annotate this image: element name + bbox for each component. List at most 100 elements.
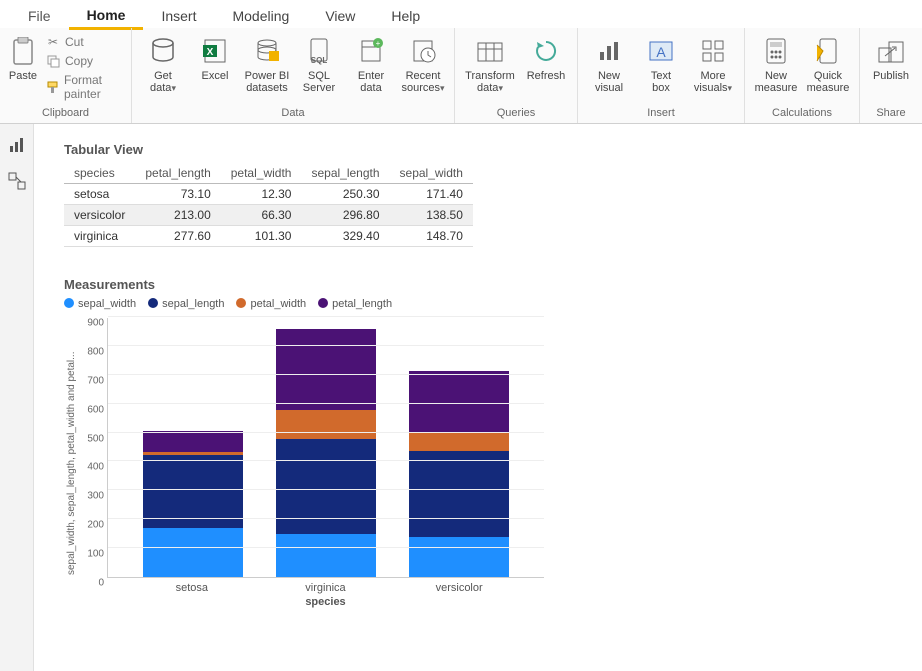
legend-item[interactable]: petal_length (318, 298, 392, 310)
pbi-datasets-label: Power BI datasets (245, 70, 290, 94)
queries-group-label: Queries (461, 105, 571, 121)
chevron-down-icon: ▾ (171, 83, 176, 93)
ribbon-group-data: Get data▾ X Excel Power BI datasets SQL … (132, 28, 455, 123)
bar-segment[interactable] (276, 410, 376, 439)
y-tick: 200 (78, 520, 104, 531)
more-visuals-button[interactable]: More visuals▾ (688, 32, 738, 98)
legend-swatch-icon (64, 298, 74, 308)
gridline (108, 374, 544, 375)
table-cell: 12.30 (221, 184, 302, 205)
y-tick: 500 (78, 433, 104, 444)
bar-column[interactable] (409, 371, 509, 577)
bar-segment[interactable] (143, 431, 243, 452)
bar-segment[interactable] (276, 329, 376, 409)
publish-button[interactable]: Publish (866, 32, 916, 86)
recent-sources-button[interactable]: Recent sources▾ (398, 32, 448, 98)
format-painter-button[interactable]: Format painter (42, 72, 125, 102)
legend-item[interactable]: sepal_length (148, 298, 224, 310)
bar-column[interactable] (276, 329, 376, 577)
new-visual-button[interactable]: New visual (584, 32, 634, 98)
table-cell: 138.50 (390, 205, 473, 226)
col-sepal-length[interactable]: sepal_length (301, 163, 389, 184)
y-tick: 700 (78, 375, 104, 386)
scissors-icon: ✂ (46, 35, 60, 49)
left-rail (0, 124, 34, 671)
col-sepal-width[interactable]: sepal_width (390, 163, 473, 184)
refresh-icon (531, 36, 561, 66)
insert-group-label: Insert (584, 105, 738, 121)
transform-data-button[interactable]: Transform data▾ (461, 32, 519, 98)
gridline (108, 489, 544, 490)
copy-icon (46, 54, 60, 68)
chevron-down-icon: ▾ (498, 83, 503, 93)
get-data-button[interactable]: Get data▾ (138, 32, 188, 98)
gridline (108, 432, 544, 433)
excel-label: Excel (202, 70, 229, 82)
chart-icon (594, 36, 624, 66)
bar-segment[interactable] (409, 537, 509, 577)
col-petal-width[interactable]: petal_width (221, 163, 302, 184)
refresh-button[interactable]: Refresh (521, 32, 571, 86)
model-view-button[interactable] (6, 170, 28, 192)
calculator-icon (761, 36, 791, 66)
table-row[interactable]: setosa73.1012.30250.30171.40 (64, 184, 473, 205)
col-petal-length[interactable]: petal_length (135, 163, 220, 184)
bar-segment[interactable] (409, 371, 509, 433)
legend-item[interactable]: sepal_width (64, 298, 136, 310)
bar-segment[interactable] (143, 455, 243, 527)
more-visuals-label: More visuals (694, 70, 728, 94)
svg-text:A: A (656, 44, 666, 60)
gridline (108, 460, 544, 461)
transform-icon (475, 36, 505, 66)
bar-segment[interactable] (409, 451, 509, 537)
menu-view[interactable]: View (307, 4, 373, 28)
chevron-down-icon: ▾ (440, 83, 445, 93)
table-row[interactable]: virginica277.60101.30329.40148.70 (64, 226, 473, 247)
y-tick: 600 (78, 404, 104, 415)
x-axis-labels: setosavirginicaversicolor (107, 578, 544, 596)
bar-segment[interactable] (143, 528, 243, 578)
textbox-icon: A (646, 36, 676, 66)
bar-column[interactable] (143, 431, 243, 577)
plot-area: 0100200300400500600700800900 (107, 318, 544, 578)
svg-text:X: X (207, 47, 214, 58)
y-tick: 800 (78, 346, 104, 357)
copy-button[interactable]: Copy (42, 53, 125, 69)
paste-button[interactable]: Paste (6, 32, 40, 86)
pbi-datasets-button[interactable]: Power BI datasets (242, 32, 292, 98)
bar-segment[interactable] (276, 439, 376, 534)
bar-segment[interactable] (409, 432, 509, 451)
menu-modeling[interactable]: Modeling (214, 4, 307, 28)
calc-group-label: Calculations (751, 105, 853, 121)
text-box-button[interactable]: A Text box (636, 32, 686, 98)
model-icon (8, 172, 26, 190)
menu-file[interactable]: File (10, 4, 69, 28)
quick-measure-button[interactable]: Quick measure (803, 32, 853, 98)
legend-item[interactable]: petal_width (236, 298, 306, 310)
table-cell: 250.30 (301, 184, 389, 205)
excel-button[interactable]: X Excel (190, 32, 240, 86)
bar-segment[interactable] (276, 534, 376, 577)
data-table[interactable]: species petal_length petal_width sepal_l… (64, 163, 473, 247)
table-cell: 66.30 (221, 205, 302, 226)
menu-help[interactable]: Help (373, 4, 438, 28)
transform-label: Transform data (465, 70, 515, 94)
copy-label: Copy (65, 54, 93, 68)
refresh-label: Refresh (527, 70, 566, 82)
new-measure-button[interactable]: New measure (751, 32, 801, 98)
sql-icon: SQL (304, 36, 334, 66)
cut-button[interactable]: ✂ Cut (42, 34, 125, 50)
report-canvas[interactable]: Tabular View species petal_length petal_… (34, 124, 922, 671)
table-cell: virginica (64, 226, 135, 247)
stacked-bar-chart[interactable]: sepal_width sepal_length petal_width petal_… (64, 298, 544, 608)
table-row[interactable]: versicolor213.0066.30296.80138.50 (64, 205, 473, 226)
ribbon-group-insert: New visual A Text box More visuals▾ Inse… (578, 28, 745, 123)
enter-data-button[interactable]: + Enter data (346, 32, 396, 98)
cut-label: Cut (65, 35, 84, 49)
menu-insert[interactable]: Insert (143, 4, 214, 28)
col-species[interactable]: species (64, 163, 135, 184)
gridline (108, 345, 544, 346)
report-view-button[interactable] (6, 134, 28, 156)
sql-server-button[interactable]: SQL SQL Server (294, 32, 344, 98)
menu-home[interactable]: Home (69, 3, 144, 30)
